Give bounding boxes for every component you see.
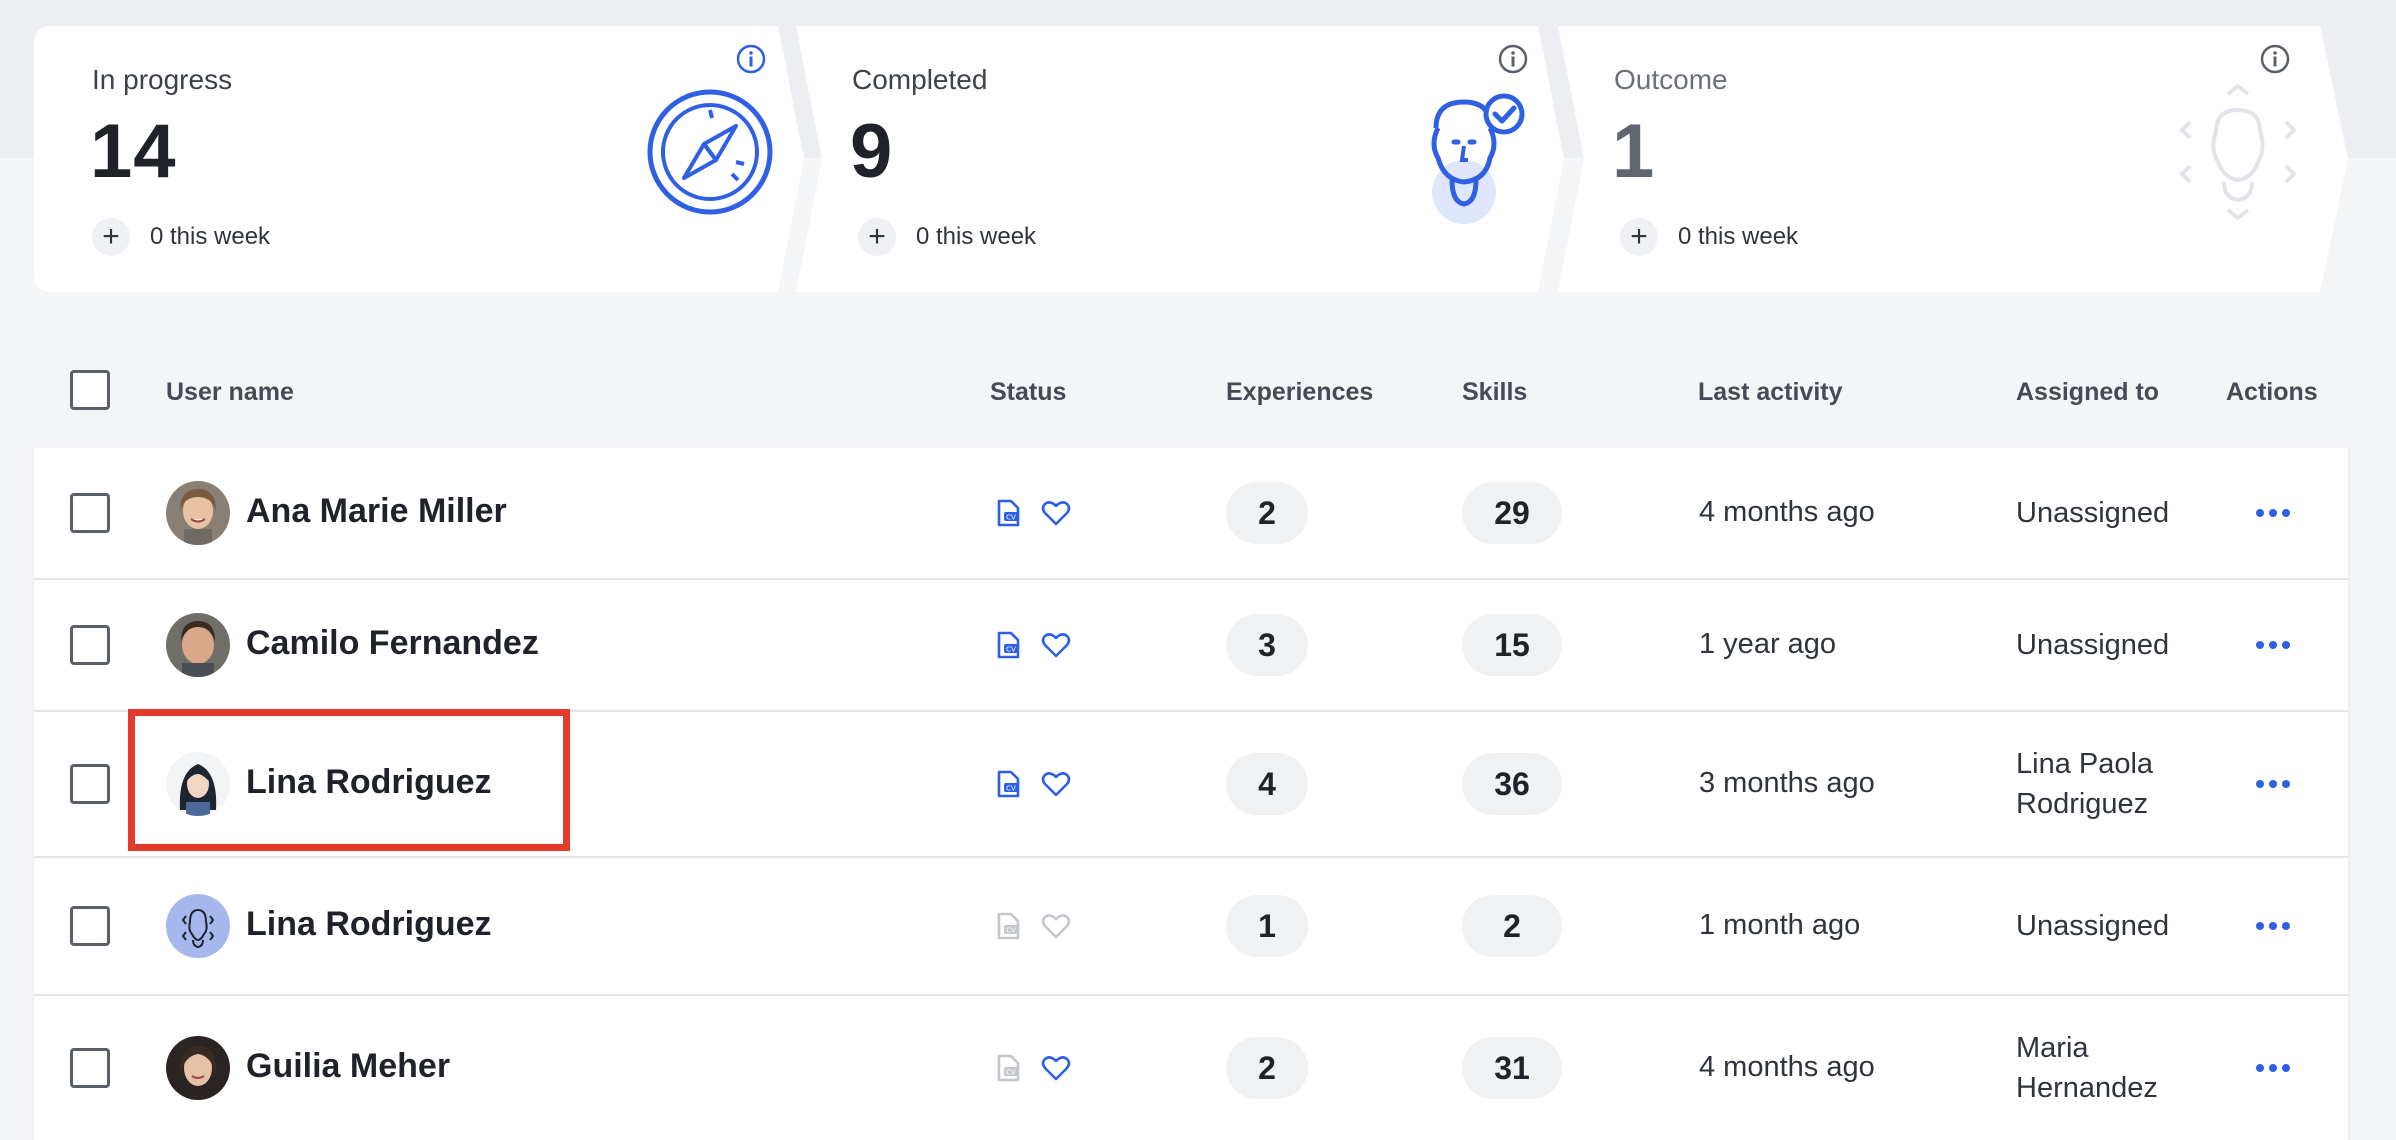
skills-count: 29 (1462, 482, 1562, 544)
experiences-count: 2 (1226, 482, 1308, 544)
column-header-user-name[interactable]: User name (166, 378, 294, 407)
status-icons: CV (992, 910, 1072, 942)
table-header: User name Status Experiences Skills Last… (34, 348, 2348, 444)
skills-count: 36 (1462, 753, 1562, 815)
svg-text:CV: CV (1006, 514, 1016, 522)
status-icons: CV (992, 1052, 1072, 1084)
resume-icon[interactable]: CV (992, 910, 1024, 942)
assigned-to: Unassigned (2016, 497, 2170, 529)
status-icons: CV (992, 497, 1072, 529)
svg-text:CV: CV (1006, 785, 1016, 793)
column-header-skills[interactable]: Skills (1462, 378, 1527, 407)
skills-count: 2 (1462, 895, 1562, 957)
last-activity: 1 year ago (1699, 628, 1837, 660)
card-value: 1 (1612, 109, 1656, 194)
resume-icon[interactable]: CV (992, 497, 1024, 529)
experiences-count: 1 (1226, 895, 1308, 957)
plus-icon: + (92, 218, 130, 256)
face-scan-icon (2179, 83, 2297, 221)
avatar (166, 613, 230, 677)
info-icon[interactable] (734, 42, 768, 76)
stat-card-outcome[interactable]: Outcome 1 + 0 this week (1558, 26, 2348, 292)
last-activity: 4 months ago (1699, 1051, 1875, 1083)
highlight-box (128, 709, 570, 851)
user-name-link[interactable]: Camilo Fernandez (246, 624, 539, 663)
info-icon[interactable] (2258, 42, 2292, 76)
resume-icon[interactable]: CV (992, 768, 1024, 800)
svg-text:CV: CV (1006, 1069, 1016, 1077)
experiences-count: 3 (1226, 614, 1308, 676)
svg-text:CV: CV (1006, 927, 1016, 935)
stat-card-completed[interactable]: Completed 9 + 0 this week (796, 26, 1564, 292)
avatar (166, 894, 230, 958)
favorite-heart-icon[interactable] (1040, 1052, 1072, 1084)
avatar (166, 1036, 230, 1100)
card-week-delta: + 0 this week (1620, 218, 1798, 256)
user-name-link[interactable]: Ana Marie Miller (246, 492, 507, 531)
card-label: Completed (852, 64, 988, 95)
more-actions-icon[interactable] (2256, 509, 2290, 517)
svg-text:CV: CV (1006, 646, 1016, 654)
row-checkbox[interactable] (70, 625, 110, 665)
experiences-count: 2 (1226, 1037, 1308, 1099)
plus-icon: + (858, 218, 896, 256)
row-checkbox[interactable] (70, 493, 110, 533)
favorite-heart-icon[interactable] (1040, 497, 1072, 529)
card-label: Outcome (1614, 64, 1728, 95)
assigned-to: Unassigned (2016, 629, 2170, 661)
more-actions-icon[interactable] (2256, 1064, 2290, 1072)
select-all-checkbox[interactable] (70, 370, 110, 410)
table-row[interactable]: Ana Marie Miller CV 2 29 4 months ago Un… (34, 448, 2348, 580)
row-checkbox[interactable] (70, 1048, 110, 1088)
person-check-icon (1431, 93, 1525, 224)
card-label: In progress (92, 64, 233, 95)
skills-count: 15 (1462, 614, 1562, 676)
experiences-count: 4 (1226, 753, 1308, 815)
favorite-heart-icon[interactable] (1040, 910, 1072, 942)
user-name-link[interactable]: Guilia Meher (246, 1047, 450, 1086)
last-activity: 1 month ago (1699, 909, 1861, 941)
card-value: 9 (850, 109, 894, 194)
card-value: 14 (90, 109, 177, 194)
skills-count: 31 (1462, 1037, 1562, 1099)
assigned-to: Unassigned (2016, 910, 2170, 942)
more-actions-icon[interactable] (2256, 641, 2290, 649)
card-week-delta: + 0 this week (92, 218, 270, 256)
assigned-to: Maria Hernandez (2016, 1032, 2158, 1104)
status-icons: CV (992, 629, 1072, 661)
more-actions-icon[interactable] (2256, 922, 2290, 930)
card-week-delta: + 0 this week (858, 218, 1036, 256)
compass-icon (647, 89, 773, 215)
table-row[interactable]: Camilo Fernandez CV 3 15 1 year ago Unas… (34, 580, 2348, 712)
table-row[interactable]: Guilia Meher CV 2 31 4 months ago Maria … (34, 996, 2348, 1140)
table-row[interactable]: Lina Rodriguez CV 1 2 1 month ago Unassi… (34, 858, 2348, 996)
info-icon[interactable] (1496, 42, 1530, 76)
assigned-to: Lina Paola Rodriguez (2016, 748, 2154, 820)
more-actions-icon[interactable] (2256, 780, 2290, 788)
plus-icon: + (1620, 218, 1658, 256)
column-header-assigned-to[interactable]: Assigned to (2016, 378, 2159, 407)
column-header-experiences[interactable]: Experiences (1226, 378, 1373, 407)
last-activity: 3 months ago (1699, 767, 1875, 799)
column-header-actions: Actions (2226, 378, 2318, 406)
user-name-link[interactable]: Lina Rodriguez (246, 905, 492, 944)
resume-icon[interactable]: CV (992, 629, 1024, 661)
favorite-heart-icon[interactable] (1040, 768, 1072, 800)
column-header-last-activity[interactable]: Last activity (1698, 378, 1843, 407)
column-header-status[interactable]: Status (990, 378, 1066, 407)
favorite-heart-icon[interactable] (1040, 629, 1072, 661)
avatar (166, 481, 230, 545)
card-week-text: 0 this week (1678, 223, 1799, 250)
row-checkbox[interactable] (70, 764, 110, 804)
resume-icon[interactable]: CV (992, 1052, 1024, 1084)
card-week-text: 0 this week (916, 223, 1037, 250)
row-checkbox[interactable] (70, 906, 110, 946)
last-activity: 4 months ago (1699, 496, 1875, 528)
status-icons: CV (992, 768, 1072, 800)
stat-card-in-progress[interactable]: In progress 14 + 0 this week (34, 26, 804, 292)
card-week-text: 0 this week (150, 223, 271, 250)
